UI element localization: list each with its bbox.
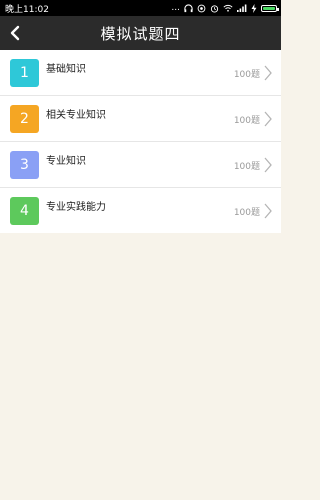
status-bar: 晚上11:02 ... <box>0 0 281 16</box>
headphones-icon <box>184 3 193 13</box>
number-badge: 4 <box>10 197 39 225</box>
number-badge: 3 <box>10 151 39 179</box>
question-count: 100题 <box>233 208 260 218</box>
status-time: 晚上11:02 <box>5 4 49 15</box>
status-icons: ... <box>171 3 279 13</box>
sync-icon <box>197 4 206 13</box>
number-badge: 2 <box>10 105 39 133</box>
number-badge: 1 <box>10 59 39 87</box>
back-arrow-icon <box>10 25 20 41</box>
charging-icon <box>251 3 257 13</box>
chevron-right-icon <box>264 203 272 219</box>
battery-level <box>263 6 275 10</box>
chevron-right-icon <box>264 111 272 127</box>
empty-content-area <box>0 233 281 500</box>
chevron-right-icon <box>264 157 272 173</box>
item-label: 专业实践能力 <box>46 202 106 213</box>
title-bar: 模拟试题四 <box>0 16 281 50</box>
question-count: 100题 <box>233 162 260 172</box>
cell-signal-icon <box>237 4 247 12</box>
alarm-icon <box>210 4 219 13</box>
signal-dots: ... <box>171 3 180 13</box>
back-button[interactable] <box>0 16 30 50</box>
page-title: 模拟试题四 <box>100 24 181 43</box>
wifi-icon <box>223 4 233 12</box>
battery-icon <box>261 4 279 12</box>
item-label: 专业知识 <box>46 156 86 167</box>
item-label: 相关专业知识 <box>46 110 106 121</box>
chevron-right-icon <box>264 65 272 81</box>
item-label: 基础知识 <box>46 64 86 75</box>
question-count: 100题 <box>233 70 260 80</box>
subject-list: 1 基础知识 100题 2 相关专业知识 100题 3 专业知识 100题 4 … <box>0 50 281 234</box>
list-item-practice-ability[interactable]: 4 专业实践能力 100题 <box>0 188 281 234</box>
list-item-professional-knowledge[interactable]: 3 专业知识 100题 <box>0 142 281 188</box>
question-count: 100题 <box>233 116 260 126</box>
list-item-related-knowledge[interactable]: 2 相关专业知识 100题 <box>0 96 281 142</box>
list-item-basic-knowledge[interactable]: 1 基础知识 100题 <box>0 50 281 96</box>
